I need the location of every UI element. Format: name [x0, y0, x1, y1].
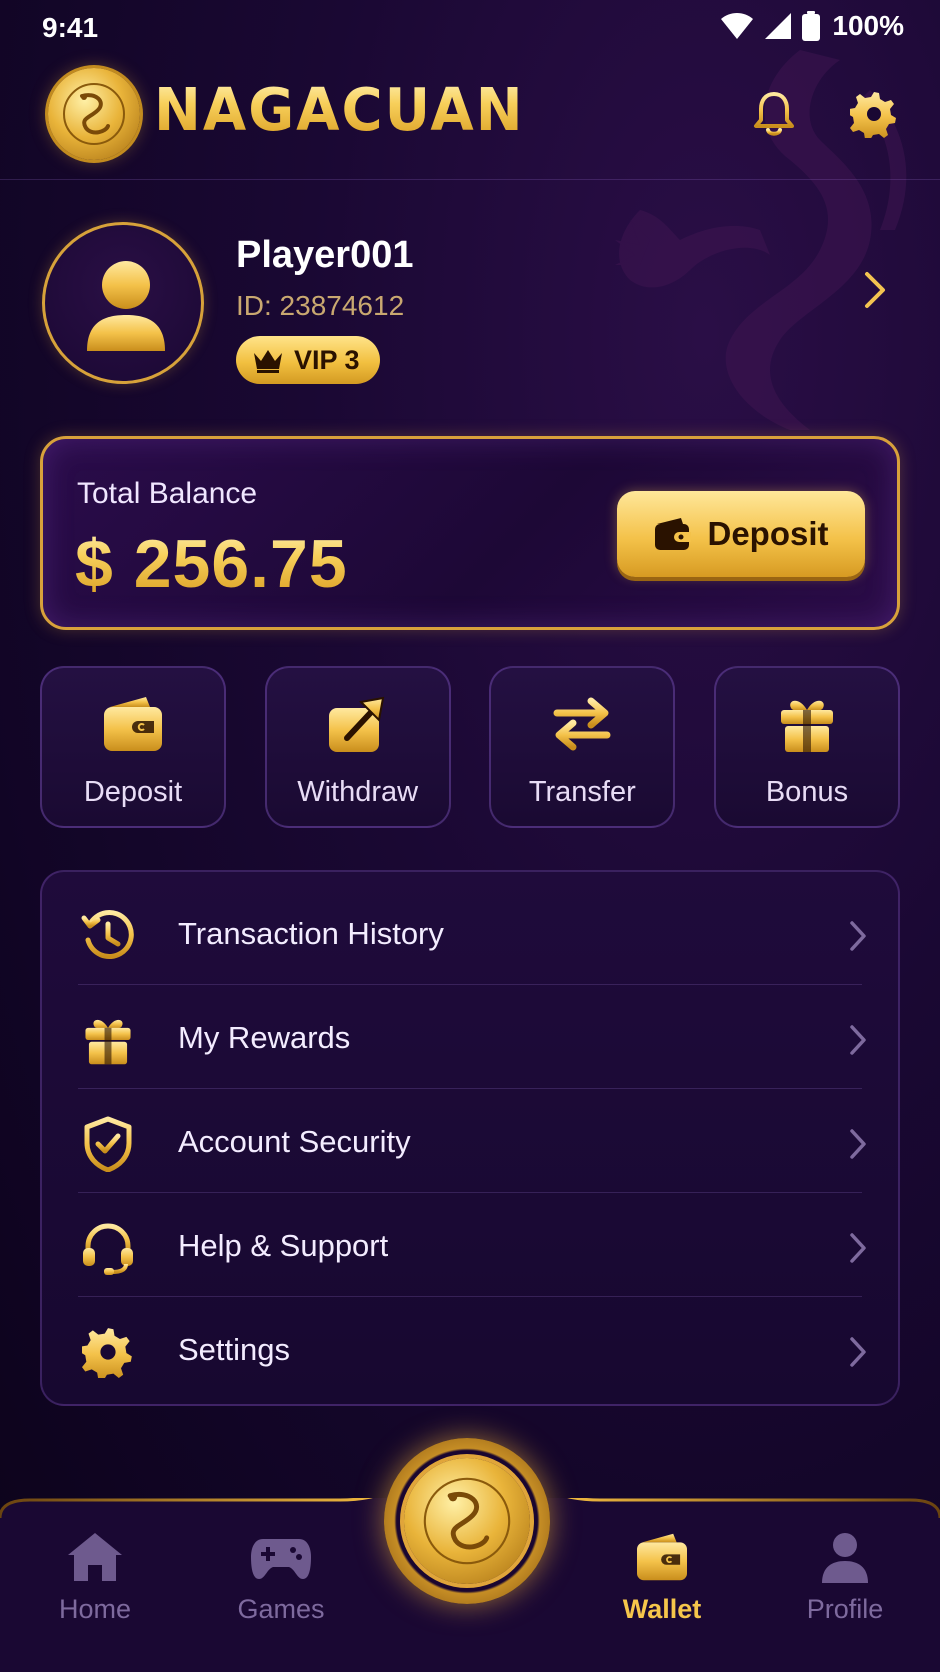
nav-home-label: Home: [58, 1594, 132, 1624]
notification-button[interactable]: [746, 86, 802, 142]
home-icon: [68, 1533, 122, 1581]
quick-action-label: Withdraw: [297, 776, 419, 808]
chevron-right-icon: [850, 1129, 866, 1159]
quick-action-label: Deposit: [83, 776, 183, 808]
menu-list: Transaction History My Rewards Account S…: [40, 870, 900, 1406]
battery-percent: 100%: [832, 10, 904, 41]
gift-icon: [780, 700, 833, 752]
gift-icon: [85, 1019, 131, 1065]
wallet-icon: [655, 518, 692, 550]
nav-games[interactable]: Games: [206, 1526, 356, 1646]
wifi-icon: [721, 13, 754, 39]
player-name: Player001: [236, 234, 414, 276]
chevron-right-icon: [850, 921, 866, 951]
person-icon: [822, 1533, 868, 1583]
deposit-button-label: Deposit: [707, 515, 829, 552]
nav-home[interactable]: Home: [20, 1526, 170, 1646]
brand-logo-text: NAGACUAN: [154, 76, 525, 145]
player-id: ID: 23874612: [236, 290, 405, 321]
chevron-right-icon: [850, 1233, 866, 1263]
transfer-icon: [553, 697, 611, 751]
headset-icon: [83, 1223, 133, 1275]
nav-games-label: Games: [237, 1594, 325, 1624]
quick-action-label: Bonus: [765, 776, 849, 808]
withdraw-icon: [328, 696, 384, 752]
quick-action-transfer[interactable]: Transfer: [489, 666, 676, 828]
bell-icon: [754, 92, 794, 136]
center-coin-face: [404, 1458, 530, 1584]
gamepad-icon: [251, 1539, 311, 1579]
status-indicators: 100%: [720, 10, 904, 42]
signal-icon: [765, 13, 792, 39]
gear-icon: [82, 1328, 132, 1378]
app-header: NAGACUAN: [0, 56, 940, 180]
menu-item-label: Account Security: [178, 1124, 411, 1159]
menu-item-account-security[interactable]: Account Security: [42, 1090, 902, 1194]
quick-action-withdraw[interactable]: Withdraw: [264, 666, 451, 828]
profile-summary[interactable]: Player001 ID: 23874612 VIP 3: [0, 210, 940, 390]
menu-item-my-rewards[interactable]: My Rewards: [42, 986, 902, 1090]
vip-level: VIP 3: [294, 344, 360, 375]
person-icon: [87, 261, 165, 351]
dragon-emblem-icon: [63, 83, 125, 145]
center-action-button[interactable]: [384, 1438, 550, 1604]
quick-action-bonus[interactable]: Bonus: [713, 666, 900, 828]
menu-item-help-support[interactable]: Help & Support: [42, 1194, 902, 1298]
nav-wallet[interactable]: Wallet: [587, 1526, 737, 1646]
divider: [78, 1088, 862, 1089]
status-bar: 9:41 100%: [0, 0, 940, 56]
battery-icon: [802, 11, 821, 41]
divider: [78, 984, 862, 985]
nav-profile-label: Profile: [806, 1594, 884, 1624]
menu-item-label: Help & Support: [178, 1228, 389, 1263]
history-icon: [81, 910, 134, 959]
balance-amount: $ 256.75: [75, 526, 348, 602]
menu-item-label: Transaction History: [178, 916, 444, 951]
menu-item-settings[interactable]: Settings: [42, 1298, 902, 1402]
chevron-right-icon: [865, 272, 885, 308]
nav-wallet-label: Wallet: [622, 1594, 702, 1624]
vip-badge: VIP 3: [236, 336, 380, 384]
quick-actions: Deposit Withdraw Transfer Bonus: [40, 666, 900, 828]
divider: [78, 1192, 862, 1193]
balance-card: Total Balance $ 256.75 Deposit: [40, 436, 900, 630]
quick-action-deposit[interactable]: Deposit: [40, 666, 226, 828]
chevron-right-icon: [850, 1337, 866, 1367]
quick-action-label: Transfer: [528, 776, 636, 808]
wallet-icon: [637, 1533, 687, 1581]
menu-item-transaction-history[interactable]: Transaction History: [42, 882, 902, 986]
divider: [78, 1296, 862, 1297]
menu-item-label: Settings: [178, 1332, 291, 1367]
shield-icon: [84, 1116, 132, 1172]
balance-label: Total Balance: [77, 477, 258, 510]
nav-profile[interactable]: Profile: [770, 1526, 920, 1646]
menu-item-label: My Rewards: [178, 1020, 351, 1055]
chevron-right-icon: [850, 1025, 866, 1055]
crown-icon: [254, 350, 282, 373]
status-time: 9:41: [42, 12, 99, 43]
gear-icon: [850, 92, 896, 138]
avatar: [42, 222, 204, 384]
dragon-emblem-icon: [423, 1477, 511, 1565]
wallet-icon: [104, 697, 162, 751]
logo-coin: [48, 68, 140, 160]
deposit-button[interactable]: Deposit: [617, 491, 865, 577]
settings-button[interactable]: [846, 86, 902, 142]
